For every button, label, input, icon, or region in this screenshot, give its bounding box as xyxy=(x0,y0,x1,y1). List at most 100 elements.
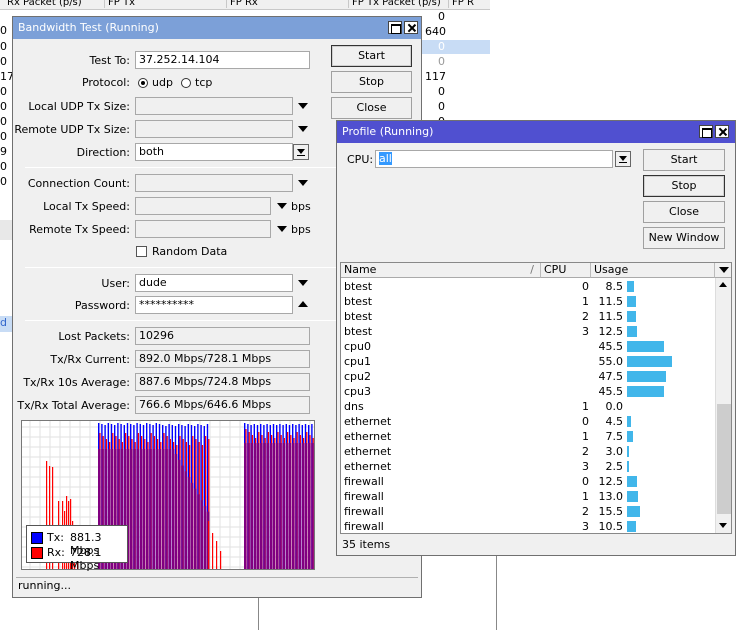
tx-swatch xyxy=(31,532,43,544)
table-row[interactable]: dns 1 0.0 xyxy=(341,399,715,414)
dropdown-arrow-icon[interactable] xyxy=(298,126,308,132)
cpu-select-value: all xyxy=(379,152,392,165)
column-header[interactable]: FP Rx xyxy=(226,0,258,8)
traffic-bar xyxy=(133,449,136,569)
cell-usage: 11.5 xyxy=(598,295,624,308)
protocol-tcp-radio[interactable] xyxy=(181,78,191,88)
user-field[interactable]: dude xyxy=(135,274,293,292)
usage-bar xyxy=(627,356,672,367)
close-button[interactable]: Close xyxy=(331,97,412,119)
cell-cpu: 1 xyxy=(582,430,589,443)
cell: 0 xyxy=(0,160,7,173)
dropdown-arrow-icon[interactable] xyxy=(277,226,287,232)
table-row[interactable]: btest 2 11.5 xyxy=(341,309,715,324)
column-header-cpu[interactable]: CPU xyxy=(541,263,591,278)
traffic-bar xyxy=(256,443,260,569)
protocol-udp-radio[interactable] xyxy=(138,78,148,88)
table-row[interactable]: firewall 0 12.5 xyxy=(341,474,715,489)
cell-name: cpu2 xyxy=(344,370,372,383)
traffic-bar xyxy=(142,449,146,569)
column-menu-button[interactable] xyxy=(715,263,731,278)
scroll-down-icon[interactable] xyxy=(719,523,727,528)
column-header-usage[interactable]: Usage xyxy=(591,263,715,278)
maximize-icon[interactable] xyxy=(388,21,402,34)
collapse-arrow-icon[interactable] xyxy=(298,301,308,307)
start-button[interactable]: Start xyxy=(643,149,725,171)
cell-usage: 12.5 xyxy=(598,475,624,488)
new-window-button[interactable]: New Window xyxy=(643,227,725,249)
table-row[interactable]: ethernet 2 3.0 xyxy=(341,444,715,459)
table-row[interactable]: btest 0 8.5 xyxy=(341,279,715,294)
traffic-bar xyxy=(266,443,269,569)
direction-label: Direction: xyxy=(76,146,130,159)
maximize-icon[interactable] xyxy=(699,125,713,138)
cell-usage: 45.5 xyxy=(598,340,624,353)
table-row[interactable]: btest 3 12.5 xyxy=(341,324,715,339)
dropdown-arrow-icon[interactable] xyxy=(298,180,308,186)
table-row[interactable]: cpu1 55.0 xyxy=(341,354,715,369)
random-data-checkbox[interactable] xyxy=(136,246,147,257)
cpu-dropdown-icon[interactable] xyxy=(615,151,631,167)
column-header[interactable]: FP Tx Packet (p/s) xyxy=(348,0,441,8)
direction-select[interactable]: both xyxy=(135,143,293,161)
table-row[interactable]: btest 1 11.5 xyxy=(341,294,715,309)
window-title: Bandwidth Test (Running) xyxy=(18,21,159,34)
tx-legend-label: Tx: xyxy=(47,531,64,544)
direction-dropdown-icon[interactable] xyxy=(293,144,309,160)
left-selected-cell[interactable]: d xyxy=(0,316,12,332)
local-tx-speed-field[interactable] xyxy=(135,197,271,215)
local-tx-speed-label: Local Tx Speed: xyxy=(43,200,130,213)
traffic-bar xyxy=(279,443,282,569)
dropdown-arrow-icon[interactable] xyxy=(277,203,287,209)
column-header-name-label: Name xyxy=(344,263,377,276)
column-header-name[interactable]: Name / xyxy=(341,263,541,278)
cell-cpu: 1 xyxy=(582,490,589,503)
remote-udp-size-field[interactable] xyxy=(135,120,293,138)
dropdown-arrow-icon[interactable] xyxy=(298,103,308,109)
cell-cpu: 1 xyxy=(582,400,589,413)
password-field[interactable]: ********** xyxy=(135,296,293,314)
cell-cpu: 0 xyxy=(582,475,589,488)
column-header[interactable]: Rx Packet (p/s) xyxy=(4,0,82,8)
title-bar[interactable]: Profile (Running) xyxy=(337,121,735,143)
cell-usage: 8.5 xyxy=(605,280,624,293)
stop-button[interactable]: Stop xyxy=(643,175,725,197)
table-row[interactable]: firewall 3 10.5 xyxy=(341,519,715,533)
stop-button[interactable]: Stop xyxy=(331,71,412,93)
test-to-field[interactable]: 37.252.14.104 xyxy=(135,51,310,69)
cell-usage: 0.0 xyxy=(605,400,624,413)
table-row[interactable]: ethernet 1 7.5 xyxy=(341,429,715,444)
close-button[interactable]: Close xyxy=(643,201,725,223)
table-row[interactable]: cpu0 45.5 xyxy=(341,339,715,354)
title-bar[interactable]: Bandwidth Test (Running) xyxy=(13,17,421,39)
table-row[interactable]: ethernet 3 2.5 xyxy=(341,459,715,474)
close-icon[interactable] xyxy=(715,125,729,138)
column-header[interactable]: FP Tx xyxy=(104,0,135,8)
table-row[interactable]: cpu3 45.5 xyxy=(341,384,715,399)
sort-icon: / xyxy=(530,263,534,276)
cell: 0 xyxy=(0,40,7,53)
traffic-bar xyxy=(208,521,210,569)
table-row[interactable]: ethernet 0 4.5 xyxy=(341,414,715,429)
vertical-scrollbar[interactable] xyxy=(715,278,731,533)
table-row[interactable]: cpu2 47.5 xyxy=(341,369,715,384)
usage-bar xyxy=(627,371,666,382)
traffic-bar xyxy=(220,551,222,569)
remote-tx-speed-field[interactable] xyxy=(135,220,271,238)
column-header[interactable]: FP R xyxy=(448,0,474,8)
table-row[interactable]: firewall 1 13.0 xyxy=(341,489,715,504)
dropdown-arrow-icon[interactable] xyxy=(298,280,308,286)
scroll-up-icon[interactable] xyxy=(719,282,727,287)
traffic-bar xyxy=(203,505,207,569)
start-button[interactable]: Start xyxy=(331,45,412,67)
close-icon[interactable] xyxy=(404,21,418,34)
scrollbar-thumb[interactable] xyxy=(717,404,731,514)
table-row[interactable]: firewall 2 15.5 xyxy=(341,504,715,519)
cpu-select[interactable]: all xyxy=(375,150,613,168)
traffic-graph: Tx: 881.3 Mbps Rx: 728.1 Mbps xyxy=(21,420,315,572)
connection-count-field[interactable] xyxy=(135,174,293,192)
cpu-label: CPU: xyxy=(347,153,374,166)
traffic-bar xyxy=(288,443,292,569)
local-udp-size-field[interactable] xyxy=(135,97,293,115)
random-data-label: Random Data xyxy=(152,245,228,258)
